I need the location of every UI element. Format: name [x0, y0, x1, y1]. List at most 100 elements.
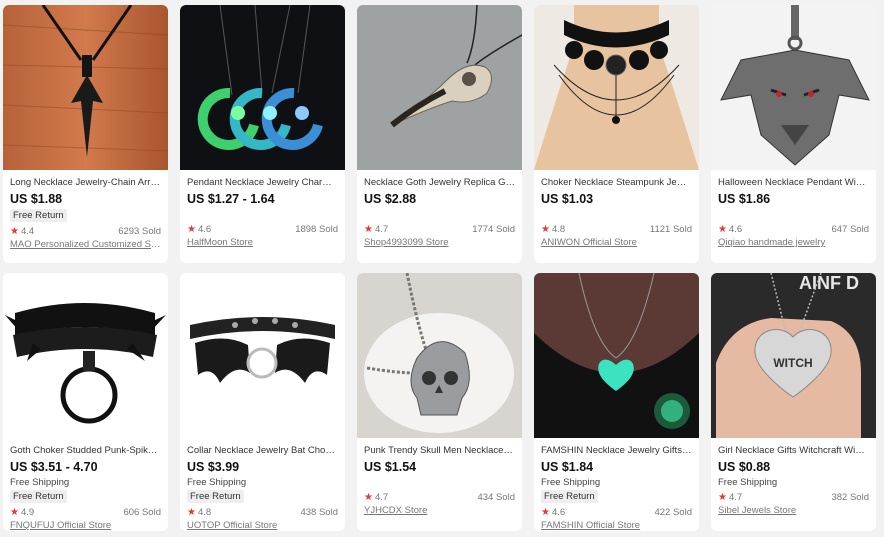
product-image[interactable]: [534, 5, 699, 170]
rating-value: 4.6: [728, 224, 743, 235]
store-link[interactable]: UOTOP Official Store: [187, 520, 338, 531]
product-meta: ★ 4.9 606 Sold: [10, 507, 161, 519]
product-image[interactable]: [357, 273, 522, 438]
product-image[interactable]: [180, 5, 345, 170]
store-link[interactable]: ANIWON Official Store: [541, 237, 692, 249]
lace-choker-image: [534, 5, 699, 170]
product-card[interactable]: FAMSHIN Necklace Jewelry Gifts H... US $…: [534, 273, 699, 531]
product-title[interactable]: FAMSHIN Necklace Jewelry Gifts H...: [541, 445, 692, 457]
store-link[interactable]: HalfMoon Store: [187, 237, 338, 249]
product-image[interactable]: [3, 273, 168, 438]
product-image[interactable]: [357, 5, 522, 170]
product-meta: ★ 4.4 6293 Sold: [10, 226, 161, 238]
sold-count: 1774 Sold: [472, 224, 515, 235]
store-link[interactable]: FAMSHIN Official Store: [541, 520, 692, 531]
sold-count: 647 Sold: [831, 224, 869, 235]
product-title[interactable]: Collar Necklace Jewelry Bat Choker...: [187, 445, 338, 457]
spiked-choker-image: [3, 273, 168, 438]
wolf-medallion-image: [711, 5, 876, 170]
product-title[interactable]: Punk Trendy Skull Men Necklace S...: [364, 445, 515, 457]
product-card[interactable]: Pendant Necklace Jewelry Charm ... US $1…: [180, 5, 345, 263]
glow-moon-pendant-image: [180, 5, 345, 170]
rating-value: 4.7: [728, 492, 743, 503]
rating: ★ 4.8: [187, 507, 211, 519]
sold-count: 1898 Sold: [295, 224, 338, 235]
witch-heart-pendant-image: AINF D WITCH: [711, 273, 876, 438]
bat-choker-image: [180, 273, 345, 438]
sold-count: 434 Sold: [477, 492, 515, 503]
product-price: US $1.54: [364, 460, 417, 474]
sold-count: 1121 Sold: [649, 224, 692, 235]
product-info: Goth Choker Studded Punk-Spike ... US $3…: [3, 438, 168, 531]
product-image[interactable]: [534, 273, 699, 438]
product-card[interactable]: Punk Trendy Skull Men Necklace S... US $…: [357, 273, 522, 531]
product-grid: Long Necklace Jewelry-Chain Arro... US $…: [3, 5, 881, 532]
product-meta: ★ 4.7 1774 Sold: [364, 224, 515, 236]
rating: ★ 4.7: [364, 492, 388, 504]
product-card[interactable]: Collar Necklace Jewelry Bat Choker... US…: [180, 273, 345, 531]
rating: ★ 4.7: [718, 492, 742, 504]
product-info: Halloween Necklace Pendant Wiza... US $1…: [711, 170, 876, 249]
product-image[interactable]: AINF D WITCH: [711, 273, 876, 438]
product-image[interactable]: [3, 5, 168, 170]
rating-value: 4.6: [197, 224, 212, 235]
crow-skull-pendant-image: [357, 5, 522, 170]
star-icon: ★: [541, 507, 550, 518]
free-return-badge: Free Return: [541, 490, 598, 503]
product-card[interactable]: Halloween Necklace Pendant Wiza... US $1…: [711, 5, 876, 263]
witch-engraving: WITCH: [773, 356, 812, 370]
product-title[interactable]: Pendant Necklace Jewelry Charm ...: [187, 177, 338, 189]
product-card[interactable]: Goth Choker Studded Punk-Spike ... US $3…: [3, 273, 168, 531]
skull-pendant-image: [357, 273, 522, 438]
product-info: Girl Necklace Gifts Witchcraft Wicc... U…: [711, 438, 876, 517]
rating: ★ 4.7: [364, 224, 388, 236]
product-price: US $3.51 - 4.70: [10, 460, 98, 474]
product-meta: ★ 4.6 422 Sold: [541, 507, 692, 519]
product-info: Necklace Goth Jewelry Replica Gift ... U…: [357, 170, 522, 249]
glow-heart-pendant-image: [534, 273, 699, 438]
product-price: US $1.84: [541, 460, 594, 474]
product-price: US $3.99: [187, 460, 240, 474]
product-meta: ★ 4.7 434 Sold: [364, 492, 515, 504]
product-info: Long Necklace Jewelry-Chain Arro... US $…: [3, 170, 168, 251]
store-link[interactable]: YJHCDX Store: [364, 505, 515, 517]
store-link[interactable]: Qiqiao handmade jewelry: [718, 237, 869, 249]
product-card[interactable]: AINF D WITCH Girl Necklace Gifts Witchcr…: [711, 273, 876, 531]
rating-value: 4.7: [374, 492, 389, 503]
sold-count: 382 Sold: [831, 492, 869, 503]
product-price: US $1.88: [10, 192, 63, 206]
product-image[interactable]: [180, 273, 345, 438]
product-image[interactable]: [711, 5, 876, 170]
star-icon: ★: [718, 492, 727, 503]
product-price: US $0.88: [718, 460, 771, 474]
product-card[interactable]: Choker Necklace Steampunk Jewel... US $1…: [534, 5, 699, 263]
free-shipping-label: Free Shipping: [187, 477, 247, 488]
sold-count: 606 Sold: [123, 507, 161, 518]
product-title[interactable]: Choker Necklace Steampunk Jewel...: [541, 177, 692, 189]
star-icon: ★: [187, 507, 196, 518]
rating-value: 4.9: [20, 507, 35, 518]
product-title[interactable]: Necklace Goth Jewelry Replica Gift ...: [364, 177, 515, 189]
product-title[interactable]: Halloween Necklace Pendant Wiza...: [718, 177, 869, 189]
product-info: Collar Necklace Jewelry Bat Choker... US…: [180, 438, 345, 531]
sold-count: 422 Sold: [654, 507, 692, 518]
store-link[interactable]: Shop4993099 Store: [364, 237, 515, 249]
store-link[interactable]: MAO Personalized Customized Sto...: [10, 239, 161, 251]
arrow-pendant-image: [3, 5, 168, 170]
product-meta: ★ 4.8 1121 Sold: [541, 224, 692, 236]
product-title[interactable]: Goth Choker Studded Punk-Spike ...: [10, 445, 161, 457]
product-card[interactable]: Long Necklace Jewelry-Chain Arro... US $…: [3, 5, 168, 263]
rating: ★ 4.6: [541, 507, 565, 519]
product-price: US $1.27 - 1.64: [187, 192, 275, 206]
product-title[interactable]: Girl Necklace Gifts Witchcraft Wicc...: [718, 445, 869, 457]
rating: ★ 4.4: [10, 226, 34, 238]
product-info: Punk Trendy Skull Men Necklace S... US $…: [357, 438, 522, 517]
store-link[interactable]: Sibel Jewels Store: [718, 505, 869, 517]
product-card[interactable]: Necklace Goth Jewelry Replica Gift ... U…: [357, 5, 522, 263]
star-icon: ★: [10, 226, 19, 237]
product-title[interactable]: Long Necklace Jewelry-Chain Arro...: [10, 177, 161, 189]
rating-value: 4.4: [20, 226, 35, 237]
product-meta: ★ 4.8 438 Sold: [187, 507, 338, 519]
store-link[interactable]: FNQUFUJ Official Store: [10, 520, 161, 531]
product-meta: ★ 4.6 647 Sold: [718, 224, 869, 236]
